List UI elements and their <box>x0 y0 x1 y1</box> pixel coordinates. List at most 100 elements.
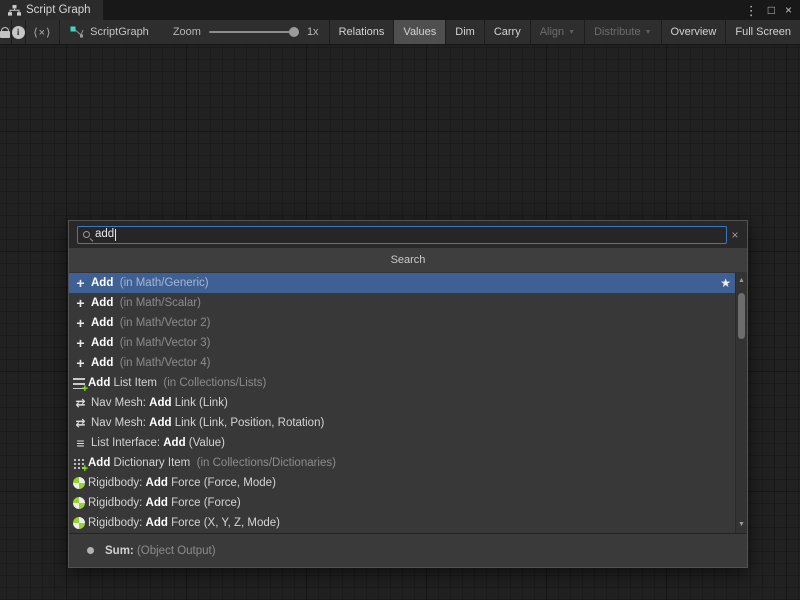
toolbar-button-label: Distribute <box>594 26 640 38</box>
toolbar-button-label: Carry <box>494 26 521 38</box>
search-input-value: add <box>95 229 114 241</box>
toolbar-button-full-screen[interactable]: Full Screen <box>725 20 800 44</box>
zoom-label: Zoom <box>173 26 201 38</box>
graph-name-label: ScriptGraph <box>90 26 149 38</box>
plus-icon <box>73 357 88 369</box>
menu-dots-icon[interactable]: ⋮ <box>745 4 758 17</box>
toolbar-button-label: Dim <box>455 26 475 38</box>
result-row[interactable]: Nav Mesh: Add Link (Link) <box>69 393 735 413</box>
code-icon: ⟨×⟩ <box>33 26 51 39</box>
result-row[interactable]: Add (in Math/Vector 3) <box>69 333 735 353</box>
result-text: (in Math/Vector 4) <box>113 357 210 369</box>
chevron-down-icon: ▼ <box>645 29 652 36</box>
result-text: Add <box>146 517 168 529</box>
info-button[interactable]: i <box>12 20 26 44</box>
toolbar-button-dim[interactable]: Dim <box>445 20 484 44</box>
result-text: Link (Link, Position, Rotation) <box>172 417 325 429</box>
maximize-icon[interactable]: □ <box>768 4 775 16</box>
toolbar-button-label: Relations <box>339 26 385 38</box>
graph-breadcrumb[interactable]: ScriptGraph <box>60 20 163 44</box>
clear-search-button[interactable]: × <box>727 228 743 242</box>
footer-label: Sum: <box>105 545 134 557</box>
toolbar-button-align: Align ▼ <box>530 20 584 44</box>
edit-source-button[interactable]: ⟨×⟩ <box>26 20 60 44</box>
result-text: Add <box>163 437 185 449</box>
window-tab-bar: Script Graph ⋮ □ × <box>0 0 800 20</box>
zoom-value: 1x <box>307 26 319 38</box>
lock-button[interactable] <box>0 20 12 44</box>
result-row[interactable]: Add List Item (in Collections/Lists) <box>69 373 735 393</box>
graph-hierarchy-icon <box>8 5 21 16</box>
rigidbody-icon <box>73 517 85 529</box>
result-row[interactable]: Rigidbody: Add Force (Force) <box>69 493 735 513</box>
result-row[interactable]: Add Dictionary Item (in Collections/Dict… <box>69 453 735 473</box>
result-text: (in Math/Generic) <box>113 277 208 289</box>
toolbar-button-carry[interactable]: Carry <box>484 20 530 44</box>
toolbar-button-relations[interactable]: Relations <box>329 20 394 44</box>
result-text: Force (Force) <box>168 497 241 509</box>
search-input[interactable]: add <box>77 226 727 244</box>
toolbar-button-values[interactable]: Values <box>393 20 445 44</box>
result-row[interactable]: Add (in Math/Vector 4) <box>69 353 735 373</box>
toolbar-button-overview[interactable]: Overview <box>661 20 726 44</box>
result-text: List Interface: <box>91 437 163 449</box>
info-icon: i <box>12 26 25 39</box>
zoom-control: Zoom 1x <box>163 20 329 44</box>
results-scrollbar[interactable]: ▲ ▼ <box>735 273 747 533</box>
result-text: (in Math/Vector 2) <box>113 317 210 329</box>
result-text: Add <box>149 417 171 429</box>
result-text: Add <box>91 337 113 349</box>
result-text: Nav Mesh: <box>91 397 149 409</box>
toolbar-button-label: Align <box>540 26 564 38</box>
result-row[interactable]: Rigidbody: Add Force (X, Y, Z, Mode) <box>69 513 735 533</box>
favorite-star-icon[interactable]: ★ <box>720 277 731 289</box>
tab-script-graph[interactable]: Script Graph <box>0 0 103 20</box>
results-list: Add (in Math/Generic) ★ Add (in Math/Scala… <box>69 273 735 533</box>
search-icon <box>82 230 92 240</box>
lock-icon <box>0 31 10 38</box>
plus-icon <box>73 277 88 289</box>
scrollbar-thumb[interactable] <box>738 293 745 339</box>
result-text: (Value) <box>186 437 225 449</box>
scroll-up-icon[interactable]: ▲ <box>736 275 747 287</box>
result-text: Add <box>88 457 110 469</box>
result-text: Rigidbody: <box>88 497 146 509</box>
results-area: Add (in Math/Generic) ★ Add (in Math/Scala… <box>69 273 747 533</box>
result-row[interactable]: Add (in Math/Scalar) <box>69 293 735 313</box>
result-row[interactable]: Add (in Math/Generic)★ <box>69 273 735 293</box>
result-text: Nav Mesh: <box>91 417 149 429</box>
result-text: (in Collections/Lists) <box>157 377 266 389</box>
close-icon[interactable]: × <box>785 4 792 16</box>
scroll-down-icon[interactable]: ▼ <box>736 519 747 531</box>
toolbar-button-label: Full Screen <box>735 26 791 38</box>
zoom-slider-handle[interactable] <box>289 27 299 37</box>
script-graph-window: { "window": { "tab_title": "Script Graph… <box>0 0 800 600</box>
plus-icon <box>73 337 88 349</box>
add-list-item-icon <box>73 378 85 389</box>
selection-preview-footer: Sum: (Object Output) <box>69 533 747 567</box>
tab-title: Script Graph <box>26 4 91 16</box>
result-row[interactable]: Rigidbody: Add Force (Force, Mode) <box>69 473 735 493</box>
result-text: Rigidbody: <box>88 517 146 529</box>
toolbar-button-label: Overview <box>671 26 717 38</box>
rigidbody-icon <box>73 477 85 489</box>
plus-icon <box>73 297 88 309</box>
result-row[interactable]: Add (in Math/Vector 2) <box>69 313 735 333</box>
chevron-down-icon: ▼ <box>568 29 575 36</box>
result-text: Add <box>88 377 110 389</box>
result-text: Add <box>149 397 171 409</box>
object-output-dot-icon <box>87 547 94 554</box>
result-row[interactable]: Nav Mesh: Add Link (Link, Position, Rota… <box>69 413 735 433</box>
result-row[interactable]: List Interface: Add (Value) <box>69 433 735 453</box>
result-text: Dictionary Item <box>110 457 190 469</box>
result-text: Force (Force, Mode) <box>168 477 276 489</box>
result-text: Add <box>146 497 168 509</box>
toolbar-button-label: Values <box>403 26 436 38</box>
zoom-slider[interactable] <box>209 31 299 33</box>
nav-mesh-icon <box>73 397 88 409</box>
script-graph-icon <box>70 26 84 38</box>
rigidbody-icon <box>73 497 85 509</box>
result-text: List Item <box>110 377 157 389</box>
search-section-header: Search <box>69 248 747 273</box>
text-caret <box>115 229 116 241</box>
